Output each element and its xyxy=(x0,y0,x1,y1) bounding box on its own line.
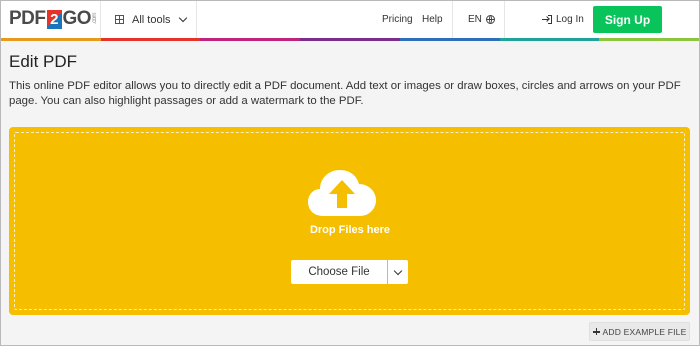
nav-divider xyxy=(504,1,505,38)
rainbow-segment xyxy=(499,38,600,41)
chevron-down-icon xyxy=(393,266,403,275)
language-label: EN xyxy=(468,14,482,25)
choose-file-button[interactable]: Choose File xyxy=(291,260,387,284)
file-dropzone[interactable] xyxy=(9,127,690,315)
all-tools-dropdown[interactable]: All tools xyxy=(115,1,187,38)
choose-file-options-button[interactable] xyxy=(388,260,408,284)
login-icon xyxy=(542,14,552,25)
page-description: This online PDF editor allows you to dir… xyxy=(9,80,681,107)
rainbow-segment xyxy=(399,38,500,41)
rainbow-segment xyxy=(1,38,101,41)
rainbow-bar xyxy=(1,38,699,41)
all-tools-label: All tools xyxy=(132,13,171,26)
page-title: Edit PDF xyxy=(9,52,78,71)
signup-button[interactable]: Sign Up xyxy=(593,6,662,33)
rainbow-segment xyxy=(200,38,301,41)
nav-divider xyxy=(452,1,453,38)
logo-suffix: .com xyxy=(92,13,99,25)
add-example-file-button[interactable]: ADD EXAMPLE FILE xyxy=(589,322,690,341)
globe-icon xyxy=(485,15,495,24)
language-selector[interactable]: EN xyxy=(468,1,495,38)
logo-text-go: GO xyxy=(62,8,92,29)
help-link[interactable]: Help xyxy=(422,1,443,38)
nav-divider xyxy=(196,1,197,38)
add-example-label: ADD EXAMPLE FILE xyxy=(602,326,687,337)
logo[interactable]: PDF 2 GO .com xyxy=(9,8,98,30)
logo-text-pdf: PDF xyxy=(9,8,46,29)
page-frame: PDF 2 GO .com All tools Pricing Help EN Log… xyxy=(0,0,700,346)
rainbow-segment xyxy=(599,38,699,41)
login-label: Log In xyxy=(556,14,584,25)
pricing-link[interactable]: Pricing xyxy=(382,1,413,38)
grid-icon xyxy=(115,15,124,24)
logo-text-2: 2 xyxy=(46,9,62,29)
rainbow-segment xyxy=(100,38,201,41)
cloud-upload-icon xyxy=(308,170,376,216)
top-nav: PDF 2 GO .com All tools Pricing Help EN Log… xyxy=(1,1,699,38)
drop-files-label: Drop Files here xyxy=(309,224,391,236)
nav-divider xyxy=(100,1,101,38)
chevron-down-icon xyxy=(178,13,187,23)
login-link[interactable]: Log In xyxy=(542,1,584,38)
rainbow-segment xyxy=(300,38,400,41)
plus-icon xyxy=(592,328,600,335)
